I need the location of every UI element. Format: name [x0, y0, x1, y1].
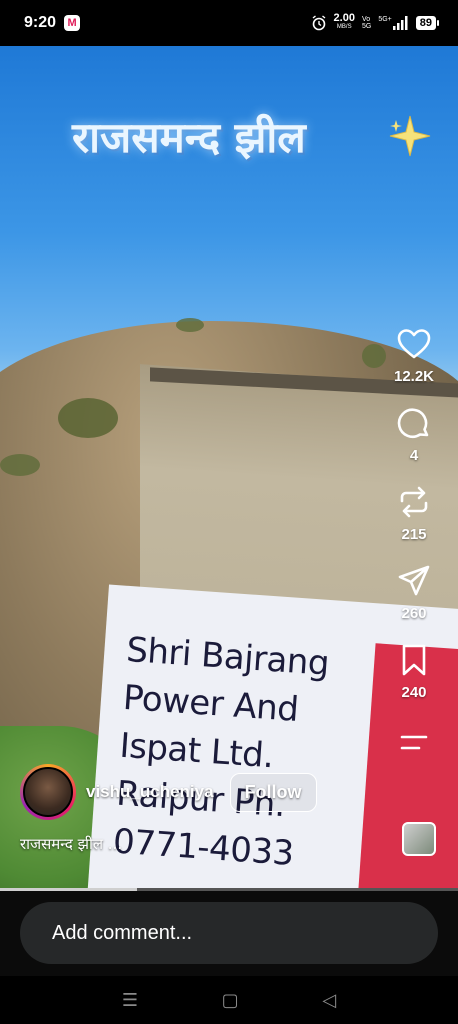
- save-count: 240: [401, 684, 427, 701]
- comment-bar: Add comment...: [0, 891, 458, 976]
- battery-icon: 89: [415, 16, 440, 30]
- follow-button[interactable]: Follow: [229, 772, 317, 812]
- save-button[interactable]: 240: [396, 642, 432, 701]
- more-menu-icon[interactable]: [399, 731, 429, 755]
- home-icon[interactable]: ▢: [222, 990, 239, 1011]
- username[interactable]: vishu_ucheniya: [86, 782, 214, 802]
- volte-indicator: Vo 5G: [361, 16, 372, 30]
- post-caption[interactable]: राजसमन्द झील ...: [20, 834, 122, 854]
- recent-apps-icon[interactable]: ☰: [122, 990, 138, 1011]
- comment-count: 4: [409, 447, 419, 464]
- like-count: 12.2K: [393, 368, 435, 385]
- share-button[interactable]: 260: [396, 563, 432, 622]
- bush: [176, 318, 204, 332]
- bush: [58, 398, 118, 438]
- alarm-icon: [312, 15, 325, 31]
- repost-button[interactable]: 215: [396, 484, 432, 543]
- bush: [362, 344, 386, 368]
- avatar[interactable]: [20, 764, 76, 820]
- share-count: 260: [401, 605, 427, 622]
- comment-input[interactable]: Add comment...: [20, 902, 438, 964]
- action-rail: 12.2K 4 215 260 240: [388, 326, 440, 755]
- bookmark-icon: [402, 644, 426, 676]
- system-nav-bar: ☰ ▢ ◁: [0, 976, 458, 1024]
- send-icon: [398, 565, 430, 596]
- sign-text: Shri Bajrang Power And Ispat Ltd. Raipur…: [111, 629, 331, 874]
- signal-icon: 5G+: [378, 16, 408, 30]
- sparkle-icon: [389, 115, 431, 157]
- comment-button[interactable]: 4: [396, 405, 432, 464]
- audio-thumbnail[interactable]: [402, 822, 436, 856]
- status-icons: 2.00 MB/S Vo 5G 5G+ 89: [311, 12, 440, 32]
- status-bar: 9:20 M 2.00 MB/S Vo 5G 5G+ 89: [0, 0, 458, 46]
- author-row: vishu_ucheniya Follow: [20, 764, 317, 820]
- comment-icon: [397, 408, 429, 439]
- repost-count: 215: [401, 526, 427, 543]
- back-icon[interactable]: ◁: [322, 990, 336, 1011]
- gmail-notification-icon: M: [64, 15, 81, 31]
- bush: [0, 454, 40, 476]
- status-time: 9:20: [24, 14, 57, 31]
- like-button[interactable]: 12.2K: [394, 326, 434, 385]
- network-speed: 2.00 MB/S: [333, 12, 355, 31]
- heart-icon: [397, 329, 431, 359]
- video-title-overlay: राजसमन्द झील: [72, 113, 306, 162]
- repost-icon: [400, 486, 428, 518]
